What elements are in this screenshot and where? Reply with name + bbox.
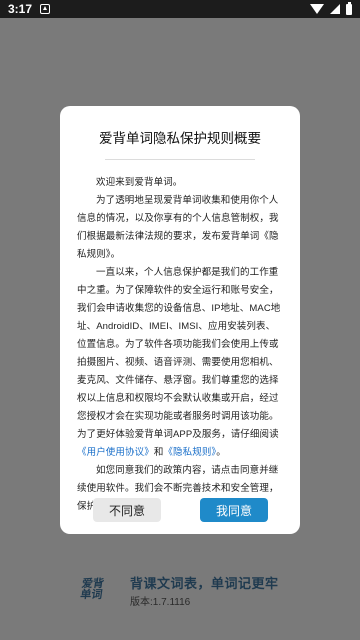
signal-icon (330, 4, 340, 14)
details-paragraph: 一直以来，个人信息保护都是我们的工作重中之重。为了保障软件的安全运行和账号安全，… (77, 264, 283, 462)
wifi-icon (310, 4, 324, 14)
battery-icon (346, 1, 352, 15)
notification-icon (40, 4, 51, 14)
app-slogan: 背课文词表，单词记更牢 (130, 576, 279, 591)
dialog-buttons: 不同意 我同意 (60, 498, 300, 522)
footer-branding: 爱背 单词 背课文词表，单词记更牢 版本:1.7.1116 (72, 576, 279, 610)
details-text: 一直以来，个人信息保护都是我们的工作重中之重。为了保障软件的安全运行和账号安全，… (77, 267, 281, 440)
dialog-body: 欢迎来到爱背单词。 为了透明地呈现爱背单词收集和使用你个人信息的情况，以及你享有… (77, 174, 283, 516)
welcome-paragraph: 欢迎来到爱背单词。 (96, 177, 183, 188)
dialog-divider (105, 159, 255, 160)
details-end: 。 (216, 447, 226, 458)
privacy-dialog: 爱背单词隐私保护规则概要 欢迎来到爱背单词。 为了透明地呈现爱背单词收集和使用你… (60, 106, 300, 534)
dialog-title: 爱背单词隐私保护规则概要 (99, 131, 261, 146)
footer-text: 背课文词表，单词记更牢 版本:1.7.1116 (130, 576, 279, 610)
privacy-rules-link[interactable]: 《隐私规则》 (163, 447, 216, 458)
disagree-button[interactable]: 不同意 (93, 498, 161, 522)
app-logo: 爱背 单词 (70, 576, 114, 604)
intro-paragraph: 为了透明地呈现爱背单词收集和使用你个人信息的情况，以及你享有的个人信息管制权，我… (77, 195, 279, 260)
app-version: 版本:1.7.1116 (130, 597, 191, 608)
status-time: 3:17 (8, 2, 33, 16)
status-icons (310, 1, 352, 15)
logo-line-2: 单词 (79, 589, 104, 601)
agree-button[interactable]: 我同意 (200, 498, 268, 522)
status-bar: 3:17 (0, 0, 360, 18)
and-text: 和 (153, 447, 164, 458)
user-agreement-link[interactable]: 《用户使用协议》 (77, 447, 154, 458)
